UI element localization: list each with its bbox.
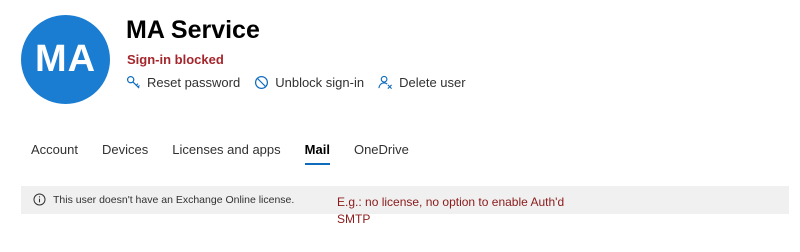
action-bar: Reset password Unblock sign-in Delete us…: [126, 75, 480, 90]
avatar-initials: MA: [34, 38, 97, 80]
user-details-panel: MA MA Service Sign-in blocked Reset pass…: [0, 0, 800, 252]
delete-user-button[interactable]: Delete user: [378, 75, 466, 90]
status-label: Sign-in blocked: [127, 52, 224, 67]
delete-user-label: Delete user: [399, 75, 466, 90]
unblock-sign-in-label: Unblock sign-in: [275, 75, 365, 90]
banner-message: This user doesn't have an Exchange Onlin…: [53, 194, 295, 206]
tab-mail[interactable]: Mail: [304, 142, 331, 165]
delete-user-icon: [378, 75, 393, 89]
annotation-note: E.g.: no license, no option to enable Au…: [337, 195, 565, 226]
reset-password-button[interactable]: Reset password: [126, 75, 240, 90]
tab-devices[interactable]: Devices: [102, 142, 148, 165]
page-title: MA Service: [126, 16, 260, 44]
unblock-sign-in-button[interactable]: Unblock sign-in: [254, 75, 364, 90]
info-icon: [33, 193, 46, 206]
tab-onedrive[interactable]: OneDrive: [354, 142, 409, 165]
tab-licenses-and-apps[interactable]: Licenses and apps: [172, 142, 280, 165]
avatar: MA: [21, 15, 110, 104]
tab-account[interactable]: Account: [31, 142, 78, 165]
key-icon: [126, 75, 140, 89]
reset-password-label: Reset password: [147, 75, 241, 90]
block-icon: [255, 75, 269, 90]
tab-bar: Account Devices Licenses and apps Mail O…: [31, 142, 433, 165]
